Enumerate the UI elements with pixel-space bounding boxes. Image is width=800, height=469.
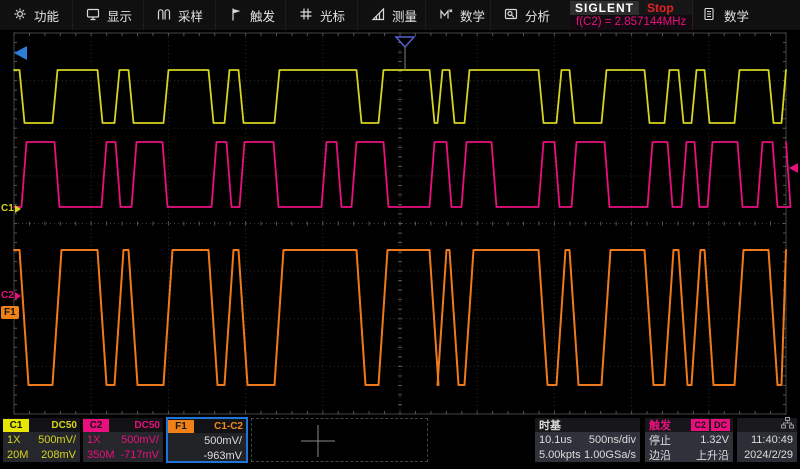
clock-time: 11:40:49 [750,433,793,446]
c1-ref-arrow-icon [14,204,21,213]
c1-offset: 208mV [41,448,76,461]
timebase-memdepth: 5.00kpts [539,448,581,461]
sample-icon [157,7,171,24]
flag-icon [229,7,243,24]
c2-ref-arrow-icon [14,291,21,300]
oscilloscope-screen: 功能 显示 采样 触发 光标 测量 数学 分析 SIGLENT Stop f(C… [0,0,800,469]
trigger-level-marker[interactable] [789,163,798,173]
c1-bandwidth: 20M [7,448,29,461]
f1-scale: 500mV/ [204,434,242,447]
graticule-and-traces [13,32,798,415]
menu-item-label: 数学 [460,9,486,24]
menu-item-acquire[interactable]: 采样 [143,0,215,30]
trigger-source-badge: C2 [691,419,709,431]
c1-probe: 1X [7,433,21,446]
channel-box-c1[interactable]: C1 DC50 1X 500mV/ 20M 208mV [3,418,80,462]
menu-item-label: 显示 [107,9,133,24]
measure-icon [371,7,385,24]
menu-item-label: 分析 [525,9,551,24]
menu-item-label: 测量 [392,9,418,24]
f1-badge: F1 [168,419,194,433]
c1-badge: C1 [3,418,29,432]
network-icon [781,416,794,434]
trigger-box[interactable]: 触发 C2 DC 停止 1.32V 边沿 上升沿 [645,418,733,462]
side-panel-tab-math[interactable]: 数学 [692,0,762,30]
channel-ref-label-c1[interactable]: C1 [1,203,21,214]
c2-scale: 500mV/ [121,433,159,446]
timebase-samplerate: 1.00GSa/s [584,448,636,461]
c2-badge: C2 [83,418,109,432]
math-box-f1-selected[interactable]: F1 C1-C2 500mV/ -963mV [166,417,248,463]
measurement-readout: f(C2) = 2.857144MHz [570,15,692,30]
c1-scale: 500mV/ [38,433,76,446]
c2-offset: -717mV [120,448,159,461]
trigger-position-marker[interactable] [394,36,416,49]
channel-box-c2[interactable]: C2 DC50 1X 500mV/ 350M -717mV [83,418,163,462]
menu-item-label: 采样 [178,9,204,24]
cursor-icon [299,7,313,24]
menu-item-analysis[interactable]: 分析 [490,0,560,30]
plus-icon [301,425,335,462]
math-icon [439,7,453,24]
waveform-display: C1 C2 F1 [0,30,800,417]
trigger-type: 边沿 [649,449,671,462]
acquisition-status[interactable]: Stop [639,1,682,15]
timebase-scale: 500ns/div [588,433,636,446]
status-bar: C1 DC50 1X 500mV/ 20M 208mV C2 DC50 1X 500m… [0,417,800,469]
clock-date: 2024/2/29 [744,448,793,461]
list-icon [703,7,715,24]
clock-box[interactable]: 11:40:49 2024/2/29 [737,416,797,462]
trigger-coupling-badge: DC [711,419,730,431]
waveform-trace-c2 [13,141,792,208]
c2-probe: 1X [87,433,101,446]
analysis-icon [504,7,518,24]
timebase-title: 时基 [539,420,561,432]
horizontal-ref-marker[interactable] [14,46,27,60]
brand-status-box: SIGLENT Stop f(C2) = 2.857144MHz [570,0,692,30]
channel-ref-label-f1[interactable]: F1 [1,306,19,319]
c1-coupling: DC50 [51,419,77,431]
gear-icon [13,7,27,24]
trigger-mode: 停止 [649,434,671,447]
siglent-logo: SIGLENT [570,0,640,15]
channel-ref-label-c2[interactable]: C2 [1,290,21,301]
menu-item-display[interactable]: 显示 [72,0,143,30]
menu-item-label: 光标 [320,9,346,24]
menu-item-label: 触发 [250,9,276,24]
trigger-level: 1.32V [700,433,729,446]
menu-bar: 功能 显示 采样 触发 光标 测量 数学 分析 SIGLENT Stop f(C… [0,0,800,30]
f1-offset: -963mV [203,449,242,462]
menu-item-measure[interactable]: 测量 [357,0,425,30]
menu-item-cursor[interactable]: 光标 [285,0,357,30]
menu-item-function[interactable]: 功能 [0,0,72,30]
menu-item-trigger[interactable]: 触发 [215,0,285,30]
f1-expression: C1-C2 [214,420,243,432]
timebase-delay: 10.1us [539,433,573,446]
c2-coupling: DC50 [134,419,160,431]
display-icon [86,7,100,24]
c2-bandwidth: 350M [87,448,115,461]
menu-item-label: 功能 [34,9,60,24]
timebase-box[interactable]: 时基 10.1us 500ns/div 5.00kpts 1.00GSa/s [535,418,640,462]
menu-item-math[interactable]: 数学 [425,0,490,30]
side-tab-label: 数学 [724,9,750,24]
trigger-slope: 上升沿 [696,449,729,462]
add-channel-cell[interactable] [251,418,428,462]
